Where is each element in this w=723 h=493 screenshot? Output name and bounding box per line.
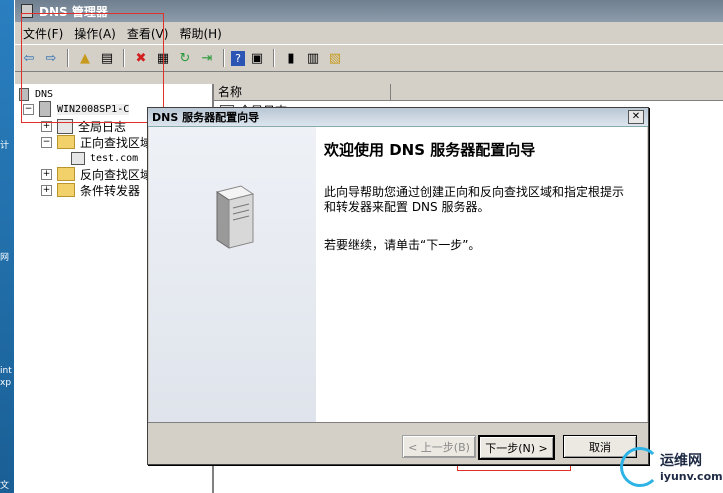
toolbar-separator [67, 49, 69, 67]
wizard-description: 此向导帮助您通过创建正向和反向查找区域和指定根提示和转发器来配置 DNS 服务器… [324, 185, 625, 214]
toolbar-separator [223, 49, 225, 67]
tree-node-label: 反向查找区域 [80, 167, 153, 182]
server-icon[interactable]: ▮ [281, 48, 301, 68]
tree-node-dns[interactable]: DNS [19, 86, 53, 102]
dns-app-icon [21, 4, 33, 18]
tree-node-label: 正向查找区域 [80, 135, 153, 150]
dialog-titlebar[interactable]: DNS 服务器配置向导 ✕ [148, 108, 648, 127]
close-icon[interactable]: ✕ [628, 110, 644, 124]
toolbar-separator [273, 49, 275, 67]
tree-node-reverse-zones[interactable]: + 反向查找区域 [41, 166, 152, 182]
wizard-heading: 欢迎使用 DNS 服务器配置向导 [324, 141, 536, 159]
list-icon[interactable]: ▥ [303, 48, 323, 68]
desktop-icon-label: int [0, 366, 12, 376]
up-folder-icon[interactable]: ▲ [75, 48, 95, 68]
watermark-text-en: iyunv.com [660, 470, 723, 483]
list-header: 名称 [214, 84, 723, 101]
wizard-content: 欢迎使用 DNS 服务器配置向导 此向导帮助您通过创建正向和反向查找区域和指定根… [316, 127, 647, 422]
site-watermark: 运维网 iyunv.com [620, 443, 723, 493]
zone-icon[interactable]: ▧ [325, 48, 345, 68]
properties-icon[interactable]: ▦ [153, 48, 173, 68]
tree-node-conditional-forwarders[interactable]: + 条件转发器 [41, 182, 140, 198]
wizard-button-bar: < 上一步(B) 下一步(N) > 取消 [148, 422, 648, 465]
delete-icon[interactable]: ✖ [131, 48, 151, 68]
folder-icon [57, 135, 75, 149]
dialog-title: DNS 服务器配置向导 [152, 111, 260, 124]
server-icon [39, 101, 51, 117]
forward-arrow-icon[interactable]: ⇨ [41, 48, 61, 68]
wizard-side-panel [149, 127, 316, 422]
log-icon [57, 118, 73, 134]
desktop-icon-label: xp [0, 378, 12, 388]
collapse-icon[interactable]: − [41, 136, 52, 148]
help-icon[interactable]: ? [231, 50, 245, 66]
tree-node-test-com[interactable]: test.com [71, 150, 138, 166]
watermark-text-cn: 运维网 [660, 453, 702, 469]
action-pane-icon[interactable]: ▣ [247, 48, 267, 68]
dns-node-icon [19, 87, 29, 101]
desktop-icon-label: 网 [0, 253, 10, 263]
show-hide-tree-icon[interactable]: ▤ [97, 48, 117, 68]
tree-node-label: 全局日志 [78, 119, 127, 134]
column-header-empty [391, 84, 723, 100]
zone-file-icon [71, 151, 85, 165]
tree-node-global-logs[interactable]: + 全局日志 [41, 118, 126, 134]
expand-icon[interactable]: + [41, 120, 52, 132]
next-button[interactable]: 下一步(N) > [478, 435, 555, 460]
tree-node-label: WIN2008SP1-C [57, 103, 130, 115]
tree-node-label: 条件转发器 [80, 183, 141, 198]
folder-icon [57, 167, 75, 181]
tree-node-label: DNS [35, 88, 54, 100]
collapse-icon[interactable]: − [23, 103, 34, 115]
desktop-icon-label: 计 [0, 141, 10, 151]
toolbar: ⇦ ⇨ ▲ ▤ ✖ ▦ ↻ ⇥ ? ▣ ▮ ▥ ▧ [15, 44, 723, 72]
menu-file[interactable]: 文件(F) [21, 25, 72, 42]
toolbar-separator [123, 49, 125, 67]
menu-action[interactable]: 操作(A) [72, 25, 125, 42]
watermark-logo-icon [620, 447, 660, 487]
desktop-icon-label: 文 [0, 481, 10, 491]
tree-node-server[interactable]: − WIN2008SP1-C [23, 101, 130, 117]
server-tower-icon [215, 185, 255, 249]
folder-icon [57, 183, 75, 197]
desktop-background: 计 网 int xp 文 [0, 0, 14, 493]
tree-node-label: test.com [90, 152, 139, 164]
export-list-icon[interactable]: ⇥ [197, 48, 217, 68]
refresh-icon[interactable]: ↻ [175, 48, 195, 68]
window-title: DNS 管理器 [39, 4, 108, 19]
menu-view[interactable]: 查看(V) [125, 25, 178, 42]
menu-help[interactable]: 帮助(H) [177, 25, 230, 42]
back-arrow-icon[interactable]: ⇦ [19, 48, 39, 68]
expand-icon[interactable]: + [41, 168, 52, 180]
dns-config-wizard-dialog: DNS 服务器配置向导 ✕ 欢迎使用 DNS 服务器配置向导 此向导帮助您通过创… [147, 107, 649, 465]
expand-icon[interactable]: + [41, 184, 52, 196]
wizard-continue-text: 若要继续，请单击“下一步”。 [324, 238, 481, 252]
window-titlebar[interactable]: DNS 管理器 [15, 0, 723, 22]
tree-node-forward-zones[interactable]: − 正向查找区域 [41, 134, 152, 150]
menu-bar: 文件(F) 操作(A) 查看(V) 帮助(H) [15, 22, 723, 44]
column-header-name[interactable]: 名称 [214, 84, 391, 100]
back-button[interactable]: < 上一步(B) [402, 435, 476, 458]
